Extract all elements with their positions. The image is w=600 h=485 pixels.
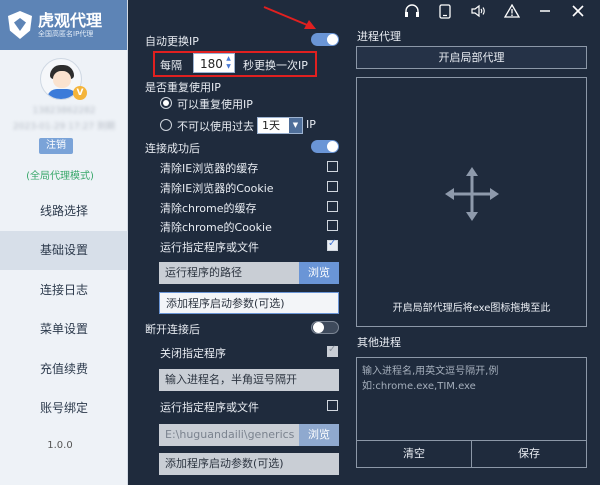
nav-route-select[interactable]: 线路选择: [0, 192, 128, 231]
after-disconnect-toggle[interactable]: [311, 321, 339, 334]
interval-value: 180: [200, 57, 223, 71]
run-program-label: 运行指定程序或文件: [160, 241, 259, 254]
close-program-checkbox[interactable]: [327, 344, 338, 357]
interval-prefix: 每隔: [160, 59, 182, 72]
save-button[interactable]: 保存: [471, 440, 587, 468]
vip-badge: V: [73, 86, 87, 100]
reuse-yes-radio[interactable]: [160, 97, 172, 109]
chevron-down-icon: ▼: [289, 118, 302, 133]
after-connect-toggle[interactable]: [311, 140, 339, 153]
brand-subtitle: 全国高匿名IP代理: [38, 29, 94, 38]
run-program2-checkbox[interactable]: [327, 400, 338, 411]
clear-chrome-cookie-label: 清除chrome的Cookie: [160, 221, 272, 234]
brand-logo: 虎观代理 全国高匿名IP代理: [0, 0, 127, 50]
clear-chrome-cache-checkbox[interactable]: [327, 201, 338, 212]
other-process-title: 其他进程: [357, 336, 401, 349]
reuse-yes-label: 可以重复使用IP: [177, 98, 253, 111]
process-name-input[interactable]: 输入进程名，半角逗号隔开: [159, 369, 339, 391]
reuse-period-suffix: IP: [306, 118, 316, 131]
account-id: 13823862282: [32, 106, 96, 116]
nav-menu-settings[interactable]: 菜单设置: [0, 310, 128, 349]
program-path2-input[interactable]: E:\huguandaili\generics: [159, 424, 299, 446]
nav-account-binding[interactable]: 账号绑定: [0, 389, 128, 428]
run-program2-label: 运行指定程序或文件: [160, 401, 259, 414]
nav-basic-settings[interactable]: 基础设置: [0, 231, 128, 270]
other-process-textarea[interactable]: 输入进程名,用英文逗号隔开,例如:chrome.exe,TIM.exe: [356, 357, 587, 440]
red-arrow-annotation-icon: [263, 6, 316, 29]
speaker-icon[interactable]: [462, 2, 495, 20]
program-args2-input[interactable]: 添加程序启动参数(可选): [159, 453, 339, 475]
clear-button[interactable]: 清空: [356, 440, 472, 468]
headset-icon[interactable]: [395, 2, 428, 20]
program-path-input[interactable]: 运行程序的路径: [159, 262, 299, 284]
process-proxy-title: 进程代理: [357, 30, 401, 43]
reuse-period-value: 1天: [262, 119, 280, 132]
nav-recharge[interactable]: 充值续费: [0, 350, 128, 389]
clear-ie-cache-checkbox[interactable]: [327, 161, 338, 172]
version-label: 1.0.0: [47, 440, 73, 451]
warning-icon[interactable]: [495, 2, 528, 20]
proxy-mode-label: (全局代理模式): [26, 171, 94, 182]
clear-ie-cookie-label: 清除IE浏览器的Cookie: [160, 182, 274, 195]
auto-switch-toggle[interactable]: [311, 33, 339, 46]
clear-ie-cookie-checkbox[interactable]: [327, 181, 338, 192]
program-args-input[interactable]: 添加程序启动参数(可选): [159, 292, 339, 314]
interval-suffix: 秒更换一次IP: [243, 59, 308, 72]
expire-time: 2023-01-29 17:27 到期: [13, 122, 115, 132]
auto-switch-label: 自动更换IP: [145, 35, 199, 48]
after-disconnect-label: 断开连接后: [145, 323, 200, 336]
clear-chrome-cookie-checkbox[interactable]: [327, 220, 338, 231]
mobile-icon[interactable]: [428, 2, 461, 20]
exe-drop-zone[interactable]: 开启局部代理后将exe图标拖拽至此: [356, 77, 587, 327]
logout-button[interactable]: 注销: [39, 138, 73, 154]
drop-hint-text: 开启局部代理后将exe图标拖拽至此: [392, 303, 551, 314]
reuse-no-radio[interactable]: [160, 119, 172, 131]
browse2-button[interactable]: 浏览: [299, 424, 339, 446]
title-bar-icons: [395, 2, 595, 20]
sidebar: 虎观代理 全国高匿名IP代理 V 13823862282 2023-01-29 …: [0, 0, 128, 485]
reuse-ip-label: 是否重复使用IP: [145, 81, 221, 94]
enable-local-proxy-button[interactable]: 开启局部代理: [356, 46, 587, 69]
reuse-period-select[interactable]: 1天 ▼: [257, 117, 303, 134]
run-program-checkbox[interactable]: [327, 238, 338, 251]
browse-button[interactable]: 浏览: [299, 262, 339, 284]
clear-chrome-cache-label: 清除chrome的缓存: [160, 202, 257, 215]
shield-logo-icon: [8, 11, 32, 39]
move-arrows-icon: [445, 167, 499, 221]
after-connect-label: 连接成功后: [145, 142, 200, 155]
minimize-icon[interactable]: [528, 2, 561, 20]
reuse-no-label: 不可以使用过去: [177, 120, 254, 133]
close-icon[interactable]: [562, 2, 595, 20]
interval-seconds-input[interactable]: 180 ▲ ▼: [193, 53, 235, 73]
close-program-label: 关闭指定程序: [160, 347, 226, 360]
stepper-arrows-icon[interactable]: ▲ ▼: [224, 55, 233, 71]
brand-title: 虎观代理: [38, 10, 103, 30]
nav-connection-log[interactable]: 连接日志: [0, 271, 128, 310]
clear-ie-cache-label: 清除IE浏览器的缓存: [160, 162, 259, 175]
